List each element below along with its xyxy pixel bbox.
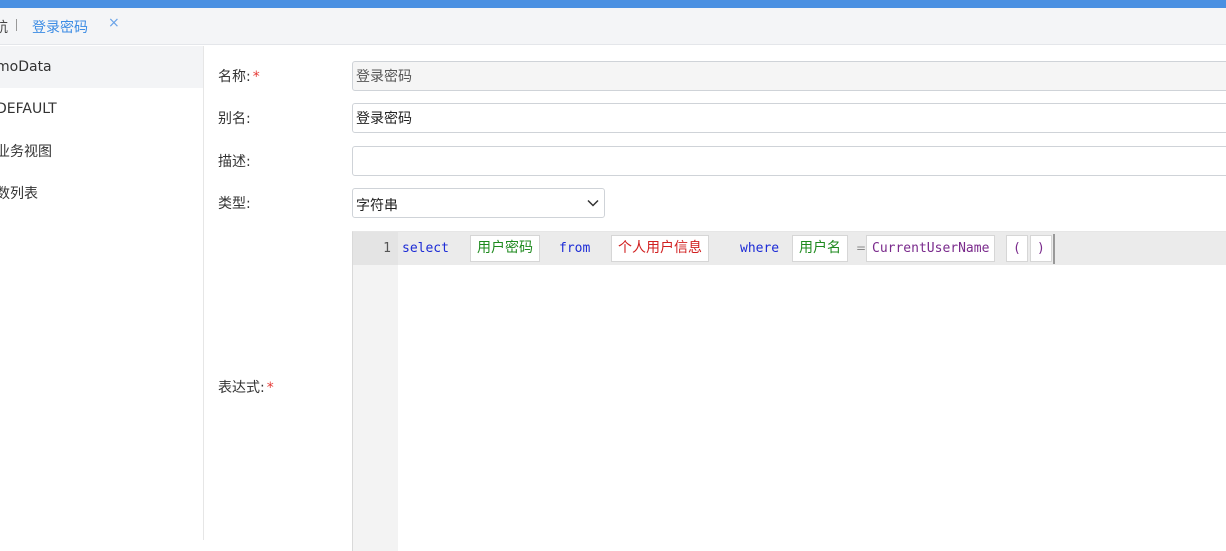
equals-operator: = (856, 241, 867, 255)
tab-close-icon[interactable]: × (108, 15, 120, 31)
type-label: 类型: (218, 193, 251, 213)
alias-field[interactable] (352, 103, 1226, 133)
editor-code-line[interactable]: select 用户密码 from 个人用户信息 where 用户名 = Curr… (398, 232, 1226, 265)
keyword-from: from (559, 241, 591, 256)
tab-separator (16, 19, 17, 31)
required-mark: * (266, 380, 274, 396)
expression-label: 表达式: * (218, 377, 274, 397)
condition-field-chip[interactable]: 用户名 (792, 235, 848, 262)
function-chip[interactable]: CurrentUserName (866, 235, 996, 262)
sidebar-item-modata[interactable]: moData (0, 46, 203, 88)
tab-active-login-password[interactable]: 登录密码 (32, 17, 88, 37)
right-paren-chip[interactable]: ) (1030, 235, 1052, 262)
description-label: 描述: (218, 151, 251, 171)
keyword-where: where (740, 241, 780, 256)
left-paren-chip[interactable]: ( (1006, 235, 1028, 262)
tab-previous[interactable]: 航 (0, 17, 8, 37)
sidebar-item-number-list[interactable]: 数列表 (0, 173, 203, 215)
text-cursor (1053, 234, 1055, 264)
name-label: 名称: * (218, 66, 260, 86)
description-field[interactable] (352, 146, 1226, 176)
expression-label-text: 表达式: (218, 380, 265, 396)
sidebar: moData DEFAULT 业务视图 数列表 (0, 46, 204, 540)
alias-label: 别名: (218, 108, 251, 128)
sidebar-item-business-view[interactable]: 业务视图 (0, 131, 203, 173)
field-chip[interactable]: 用户密码 (470, 235, 540, 262)
sidebar-item-label: 业务视图 (0, 144, 52, 160)
top-accent-bar (0, 0, 1226, 8)
table-chip[interactable]: 个人用户信息 (611, 235, 709, 262)
editor-gutter: 1 (353, 232, 398, 551)
sidebar-item-label: 数列表 (0, 186, 38, 202)
chevron-down-icon (587, 199, 599, 207)
keyword-select: select (402, 241, 449, 256)
type-select[interactable]: 字符串 (352, 188, 605, 218)
name-label-text: 名称: (218, 69, 251, 85)
type-select-value: 字符串 (356, 198, 398, 214)
type-label-text: 类型: (218, 196, 251, 212)
required-mark: * (252, 69, 260, 85)
tab-bar: 航 登录密码 × (0, 8, 1226, 45)
alias-label-text: 别名: (218, 111, 251, 127)
expression-editor[interactable]: 1 select 用户密码 from 个人用户信息 where 用户名 = Cu… (352, 231, 1226, 551)
description-label-text: 描述: (218, 154, 251, 170)
sidebar-item-label: DEFAULT (0, 101, 57, 117)
sidebar-item-default[interactable]: DEFAULT (0, 88, 203, 130)
line-number: 1 (383, 241, 391, 256)
name-field[interactable] (352, 61, 1226, 91)
sidebar-item-label: moData (0, 59, 52, 75)
